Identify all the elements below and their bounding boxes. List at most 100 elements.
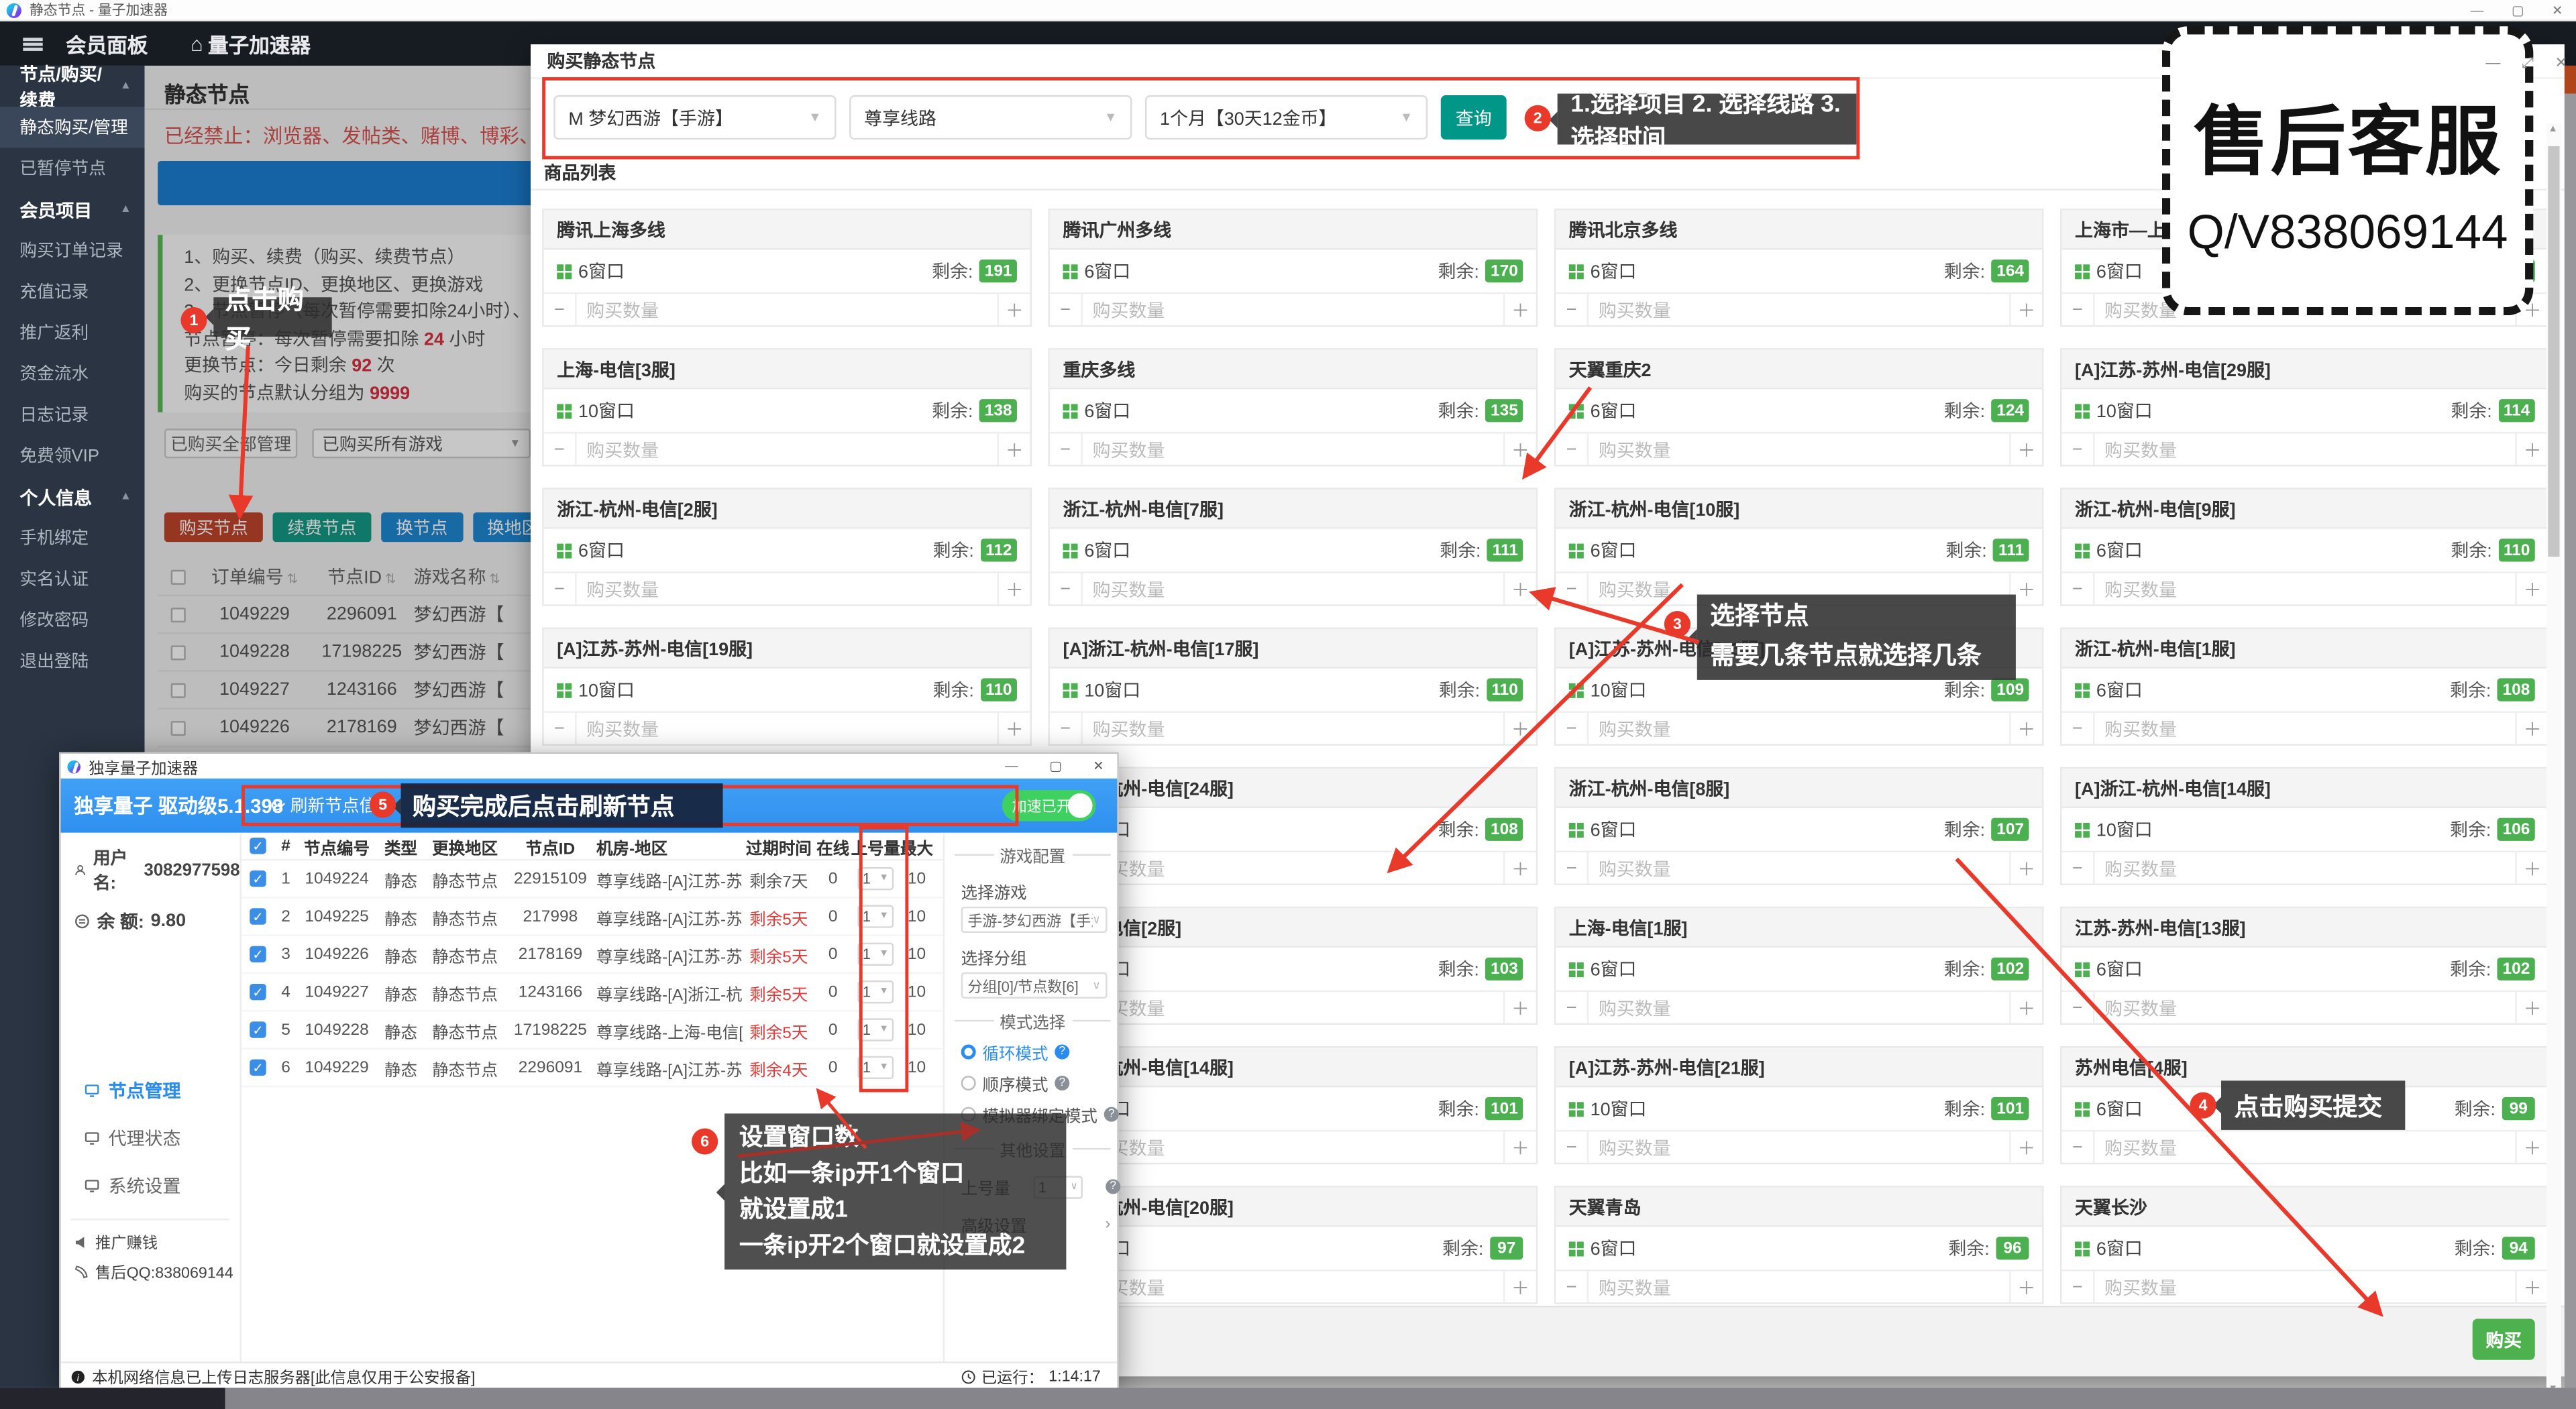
quantity-increase-button[interactable]: ＋ <box>998 294 1030 325</box>
quantity-decrease-button[interactable]: − <box>1556 852 1589 884</box>
taskbar[interactable] <box>225 1388 2576 1409</box>
quantity-input[interactable]: 购买数量 <box>2094 573 2176 605</box>
quantity-input[interactable]: 购买数量 <box>577 573 659 605</box>
accel-toggle[interactable]: 加速已开启 <box>1002 790 1096 822</box>
quantity-increase-button[interactable]: ＋ <box>1503 434 1536 465</box>
sidebar-item[interactable]: 实名认证 <box>0 559 145 600</box>
quantity-increase-button[interactable]: ＋ <box>998 713 1030 744</box>
quantity-input[interactable]: 购买数量 <box>1083 294 1165 325</box>
line-dropdown[interactable]: 尊享线路▼ <box>849 95 1132 139</box>
quantity-increase-button[interactable]: ＋ <box>2009 852 2042 884</box>
sidebar-item[interactable]: 资金流水 <box>0 353 145 394</box>
row-checkbox[interactable]: ✓ <box>250 870 266 887</box>
menu-member-panel[interactable]: 会员面板 <box>66 28 148 60</box>
quantity-increase-button[interactable]: ＋ <box>1503 852 1536 884</box>
sidebar-item[interactable]: 免费领VIP <box>0 435 145 476</box>
quantity-input[interactable]: 购买数量 <box>1589 294 1670 325</box>
tool-close-icon[interactable]: ✕ <box>1093 758 1104 773</box>
minimize-icon[interactable]: — <box>2471 3 2484 18</box>
menu-home[interactable]: ⌂量子加速器 <box>191 28 311 60</box>
row-checkbox[interactable]: ✓ <box>250 946 266 962</box>
modal-scrollbar[interactable]: ▲ ▼ <box>2546 123 2561 1396</box>
menu-icon[interactable] <box>23 37 42 50</box>
quantity-increase-button[interactable]: ＋ <box>2009 1131 2042 1163</box>
node-row[interactable]: ✓ 6 1049229 静态 静态节点 2296091 尊享线路-[A]江苏-苏… <box>241 1050 943 1087</box>
quantity-increase-button[interactable]: ＋ <box>1503 294 1536 325</box>
quantity-decrease-button[interactable]: − <box>2061 1131 2094 1163</box>
quantity-increase-button[interactable]: ＋ <box>998 573 1030 605</box>
node-row[interactable]: ✓ 4 1049227 静态 静态节点 1243166 尊享线路-[A]浙江-杭… <box>241 974 943 1011</box>
quantity-increase-button[interactable]: ＋ <box>2009 713 2042 744</box>
quantity-input[interactable]: 购买数量 <box>1589 1131 1670 1163</box>
quantity-decrease-button[interactable]: − <box>2061 992 2094 1023</box>
help-icon[interactable]: ? <box>1055 1076 1069 1090</box>
quantity-input[interactable]: 购买数量 <box>1083 434 1165 465</box>
quantity-increase-button[interactable]: ＋ <box>2515 573 2548 605</box>
quantity-decrease-button[interactable]: − <box>2061 1272 2094 1303</box>
sidebar-item[interactable]: 节点/购买/续费 ▲ <box>0 66 145 107</box>
mode-radio[interactable]: 顺序模式 ? <box>961 1071 1121 1096</box>
quantity-decrease-button[interactable]: − <box>1050 573 1083 605</box>
quantity-decrease-button[interactable]: − <box>544 713 577 744</box>
login-count-dropdown[interactable]: 1▼ <box>857 1018 894 1041</box>
node-row[interactable]: ✓ 5 1049228 静态 静态节点 17198225 尊享线路-上海-电信[… <box>241 1012 943 1050</box>
quantity-decrease-button[interactable]: − <box>2061 294 2094 325</box>
quantity-input[interactable]: 购买数量 <box>1589 1272 1670 1303</box>
login-count-dropdown[interactable]: 1▼ <box>857 867 894 890</box>
quantity-input[interactable]: 购买数量 <box>1589 852 1670 884</box>
quantity-increase-button[interactable]: ＋ <box>2515 1131 2548 1163</box>
quantity-increase-button[interactable]: ＋ <box>1503 1131 1536 1163</box>
quantity-increase-button[interactable]: ＋ <box>2515 852 2548 884</box>
quantity-input[interactable]: 购买数量 <box>1083 713 1165 744</box>
scrollbar-thumb[interactable] <box>2548 146 2559 557</box>
quantity-increase-button[interactable]: ＋ <box>2515 713 2548 744</box>
login-count-dropdown[interactable]: 1▼ <box>857 905 894 927</box>
sidebar-item[interactable]: 退出登陆 <box>0 640 145 681</box>
buy-button[interactable]: 购买 <box>2473 1319 2535 1360</box>
quantity-decrease-button[interactable]: − <box>2061 713 2094 744</box>
quantity-input[interactable]: 购买数量 <box>2094 852 2176 884</box>
quantity-decrease-button[interactable]: − <box>544 434 577 465</box>
mode-radio[interactable]: 循环模式 ? <box>961 1039 1121 1064</box>
tool-sidebar-button[interactable]: 购买/换节点/充值 <box>70 987 221 1017</box>
quantity-decrease-button[interactable]: − <box>1556 434 1589 465</box>
tool-nav-item[interactable]: 代理状态 <box>61 1125 240 1151</box>
tool-nav-item[interactable]: 系统设置 <box>61 1173 240 1199</box>
scroll-up-icon[interactable]: ▲ <box>2548 125 2558 135</box>
quantity-increase-button[interactable]: ＋ <box>2009 294 2042 325</box>
quantity-input[interactable]: 购买数量 <box>1589 434 1670 465</box>
row-checkbox[interactable]: ✓ <box>250 1021 266 1037</box>
quantity-input[interactable]: 购买数量 <box>1589 992 1670 1023</box>
node-row[interactable]: ✓ 3 1049226 静态 静态节点 2178169 尊享线路-[A]江苏-苏… <box>241 936 943 974</box>
page-scrollbar-track[interactable] <box>2565 94 2576 1388</box>
sidebar-item[interactable]: 推广返利 <box>0 312 145 353</box>
quantity-decrease-button[interactable]: − <box>1556 294 1589 325</box>
sidebar-item[interactable]: 会员项目 ▲ <box>0 189 145 230</box>
quantity-decrease-button[interactable]: − <box>544 294 577 325</box>
quantity-input[interactable]: 购买数量 <box>2094 713 2176 744</box>
quantity-input[interactable]: 购买数量 <box>1589 573 1670 605</box>
quantity-input[interactable]: 购买数量 <box>1589 713 1670 744</box>
quantity-decrease-button[interactable]: − <box>1556 713 1589 744</box>
tool-sidebar-button[interactable]: 退出登陆 <box>70 948 221 977</box>
quantity-decrease-button[interactable]: − <box>1050 434 1083 465</box>
node-row[interactable]: ✓ 1 1049224 静态 静态节点 22915109 尊享线路-[A]江苏-… <box>241 860 943 898</box>
row-checkbox[interactable]: ✓ <box>250 908 266 924</box>
tool-minimize-icon[interactable]: — <box>1005 758 1018 773</box>
modal-close-icon[interactable]: ✕ <box>2555 54 2567 72</box>
quantity-increase-button[interactable]: ＋ <box>1503 992 1536 1023</box>
select-game-dropdown[interactable]: 手游-梦幻西游【手游∨ <box>961 907 1108 933</box>
quantity-decrease-button[interactable]: − <box>1050 713 1083 744</box>
quantity-decrease-button[interactable]: − <box>1556 992 1589 1023</box>
quantity-increase-button[interactable]: ＋ <box>2009 434 2042 465</box>
help-icon[interactable]: ? <box>1106 1179 1120 1194</box>
sidebar-item[interactable]: 修改密码 <box>0 600 145 640</box>
quantity-decrease-button[interactable]: − <box>1556 1131 1589 1163</box>
modal-maximize-icon[interactable]: ⤢ <box>2522 54 2534 72</box>
quantity-input[interactable]: 购买数量 <box>2094 1272 2176 1303</box>
promo-item[interactable]: 推广赚钱 <box>61 1230 240 1253</box>
tool-sidebar-button[interactable]: 代理异常修复工具 <box>70 1027 221 1056</box>
tool-maximize-icon[interactable]: ▢ <box>1049 758 1062 773</box>
sidebar-item[interactable]: 购买订单记录 <box>0 230 145 271</box>
select-all-checkbox[interactable]: ✓ <box>250 838 266 854</box>
